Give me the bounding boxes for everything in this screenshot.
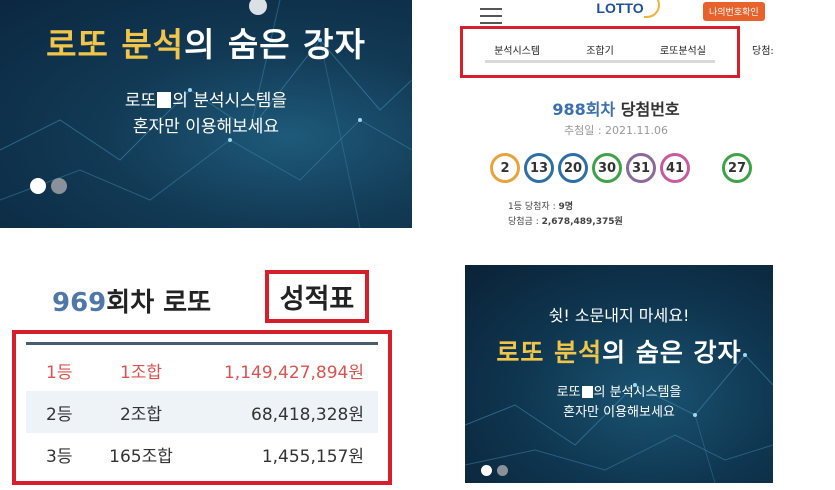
lotto-ball: 20 [558,153,588,183]
table-divider [26,342,378,345]
table-row: 2등 2조합 68,418,328원 [26,391,378,433]
my-number-check-button[interactable]: 나의번호확인 [703,2,765,21]
bonus-ball: 27 [722,153,752,183]
carousel-dots [30,178,67,194]
carousel-dot[interactable] [51,178,67,194]
carousel-dot-active[interactable] [481,465,492,476]
table-row: 3등 165조합 1,455,157원 [46,446,364,467]
promo-banner-bottom-right[interactable]: 쉿! 소문내지 마세요! 로또 분석의 숨은 강자 로또 의 분석시스템을 혼자만… [465,265,773,483]
tab-underline [485,60,715,63]
tab-winning-partial[interactable]: 당첨: [752,42,774,57]
banner-title: 로또 분석의 숨은 강자 [496,338,742,367]
lotto-ball: 30 [592,153,622,183]
masked-block [581,386,593,398]
carousel-dot[interactable] [497,465,508,476]
banner-title: 로또 분석의 숨은 강자 [46,25,366,64]
score-badge: 성적표 [265,270,369,323]
score-table: 1등 1조합 1,149,427,894원 2등 2조합 68,418,328원… [12,330,392,485]
masked-block [157,92,172,108]
lotto-ball: 41 [660,153,690,183]
lotto-ball: 31 [626,153,656,183]
draw-title: 988회차 당첨번호 [552,100,680,119]
winning-balls: 2 13 20 30 31 41 27 [490,153,752,183]
carousel-dot-active[interactable] [30,178,46,194]
winner-info: 1등 당첨자 : 9명 당첨금 : 2,678,489,375원 [508,202,623,227]
score-heading: 969회차 로또 [52,288,212,318]
lotto-ball: 2 [490,153,520,183]
banner-tagline: 쉿! 소문내지 마세요! [548,306,690,325]
promo-banner-top-left[interactable]: 로또 분석의 숨은 강자 로또 의 분석시스템을 혼자만 이용해보세요 [0,0,412,228]
banner-subtitle: 로또 의 분석시스템을 혼자만 이용해보세요 [556,385,682,420]
carousel-dots [481,465,508,476]
tab-bar: 분석시스템 조합기 로또분석실 [460,26,740,78]
draw-date: 추첨일 : 2021.11.06 [563,124,669,137]
network-graphic [465,353,773,483]
banner-subtitle: 로또 의 분석시스템을 혼자만 이용해보세요 [124,91,288,137]
lotto-ball: 13 [524,153,554,183]
table-row: 1등 1조합 1,149,427,894원 [46,362,364,383]
